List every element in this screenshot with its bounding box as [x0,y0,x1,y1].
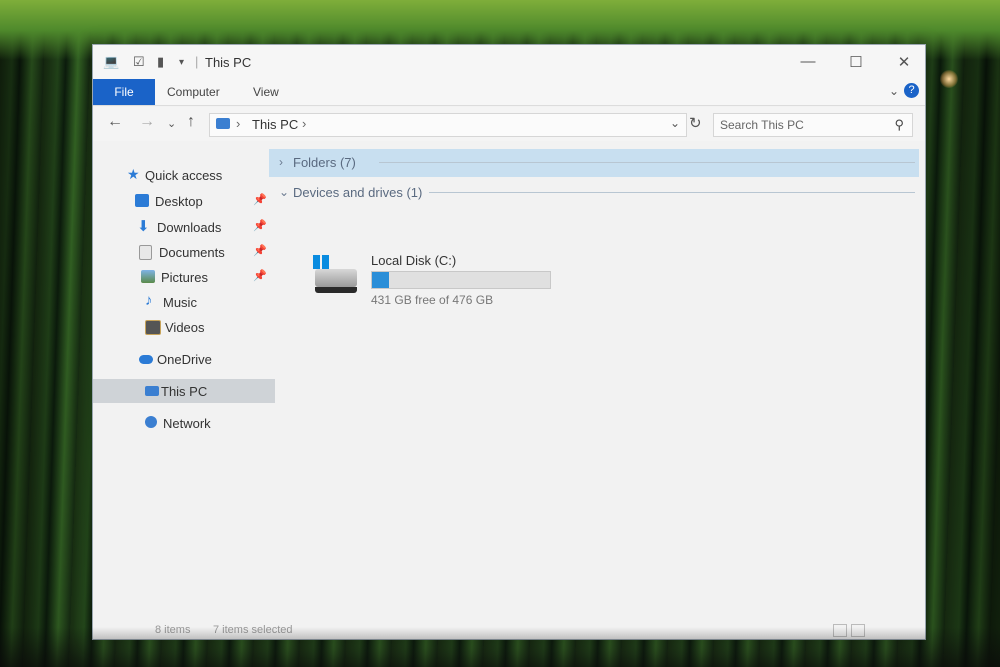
sidebar-item-label: Desktop [155,194,203,209]
tab-computer[interactable]: Computer [153,79,234,105]
sidebar-item-label: Pictures [161,270,208,285]
devices-group-header[interactable]: ⌄ Devices and drives (1) [269,179,919,207]
sidebar-item-label: Network [163,416,211,431]
documents-icon [139,245,152,260]
content-pane: › Folders (7) ⌄ Devices and drives (1) L… [269,145,925,615]
sidebar-item-desktop[interactable]: Desktop 📌 [93,189,275,213]
search-input[interactable] [714,114,882,136]
sidebar-item-label: Documents [159,245,225,260]
forward-arrow-icon[interactable]: → [139,113,155,131]
desktop-folder-icon [135,194,149,207]
sidebar-item-label: Quick access [145,168,223,183]
back-arrow-icon[interactable]: ← [107,113,123,131]
hard-drive-icon [315,269,357,293]
breadcrumb-chevron-icon[interactable]: › [236,116,240,131]
tab-view[interactable]: View [239,79,293,105]
drive-name: Local Disk (C:) [371,253,457,268]
ribbon: File Computer View ⌄ ? [93,79,925,106]
sidebar-item-documents[interactable]: Documents 📌 [93,240,275,264]
download-arrow-icon: ⬇ [137,218,150,235]
chevron-right-icon[interactable]: › [279,155,283,169]
sidebar-item-this-pc[interactable]: This PC [93,379,275,403]
group-divider [379,162,915,163]
sidebar-item-quick-access[interactable]: ★ Quick access [93,163,275,187]
drive-usage-fill [372,272,389,288]
sidebar-item-label: Videos [165,320,205,335]
navigation-pane: ★ Quick access Desktop 📌 ⬇ Downloads 📌 D… [93,145,275,615]
group-divider [429,192,915,193]
sidebar-item-pictures[interactable]: Pictures 📌 [93,265,275,289]
search-icon: ⚲ [894,117,904,132]
close-button[interactable]: ✕ [889,53,919,71]
cloud-icon [139,355,153,364]
up-arrow-icon[interactable]: ↑ [187,113,195,131]
new-folder-icon[interactable]: ▮ [157,54,164,70]
bottom-shadow [0,627,1000,667]
sidebar-item-music[interactable]: ♪ Music [93,290,275,314]
light-bokeh [940,70,958,88]
recent-locations-icon[interactable]: ⌄ [167,117,176,130]
chevron-down-icon[interactable]: ⌄ [279,185,289,199]
sidebar-item-label: Music [163,295,197,310]
folders-group-header[interactable]: › Folders (7) [269,149,919,177]
tab-file[interactable]: File [93,79,155,105]
address-dropdown-icon[interactable]: ⌄ [670,116,680,130]
title-divider: | [195,54,199,69]
sidebar-item-onedrive[interactable]: OneDrive [93,347,275,371]
pin-icon[interactable]: 📌 [253,244,267,257]
pin-icon[interactable]: 📌 [253,219,267,232]
navigation-bar: ← → ⌄ ↑ › This PC › ⌄ ↻ ⚲ [93,107,925,141]
computer-icon[interactable]: 💻 [103,54,119,70]
breadcrumb-this-pc[interactable]: This PC [252,117,298,132]
search-box[interactable]: ⚲ [713,113,913,137]
group-label: Folders (7) [293,155,356,170]
sidebar-item-network[interactable]: Network [93,411,275,435]
sidebar-item-label: This PC [161,384,208,399]
music-note-icon: ♪ [145,292,153,309]
sidebar-item-label: OneDrive [157,352,212,367]
file-explorer-window: 💻 ☑ ▮ ▾ | This PC — ☐ ✕ File Computer Vi… [92,44,926,640]
star-icon: ★ [127,166,140,182]
maximize-button[interactable]: ☐ [841,53,871,71]
windows-logo-icon [313,255,329,269]
ribbon-expand-icon[interactable]: ⌄ [889,84,899,98]
sidebar-item-label: Downloads [157,220,222,235]
breadcrumb-chevron-icon[interactable]: › [302,116,306,131]
address-bar[interactable]: › This PC › ⌄ [209,113,687,137]
drive-free-space: 431 GB free of 476 GB [371,293,494,307]
refresh-icon[interactable]: ↻ [689,114,702,132]
sidebar-item-downloads[interactable]: ⬇ Downloads 📌 [93,215,275,239]
help-icon[interactable]: ? [904,83,919,98]
drive-usage-bar [371,271,551,289]
customize-toolbar-icon[interactable]: ▾ [179,57,184,68]
properties-icon[interactable]: ☑ [133,54,145,70]
network-icon [145,416,157,428]
videos-icon [145,320,161,335]
computer-icon [216,118,230,129]
group-label: Devices and drives (1) [293,185,423,200]
pin-icon[interactable]: 📌 [253,269,267,282]
sidebar-item-videos[interactable]: Videos [93,315,275,339]
pictures-icon [141,270,155,283]
window-title: This PC [205,55,252,70]
computer-icon [145,386,159,396]
minimize-button[interactable]: — [793,53,823,70]
title-bar: 💻 ☑ ▮ ▾ | This PC — ☐ ✕ [93,45,925,79]
pin-icon[interactable]: 📌 [253,193,267,206]
local-disk-c[interactable]: Local Disk (C:) 431 GB free of 476 GB [309,253,559,309]
